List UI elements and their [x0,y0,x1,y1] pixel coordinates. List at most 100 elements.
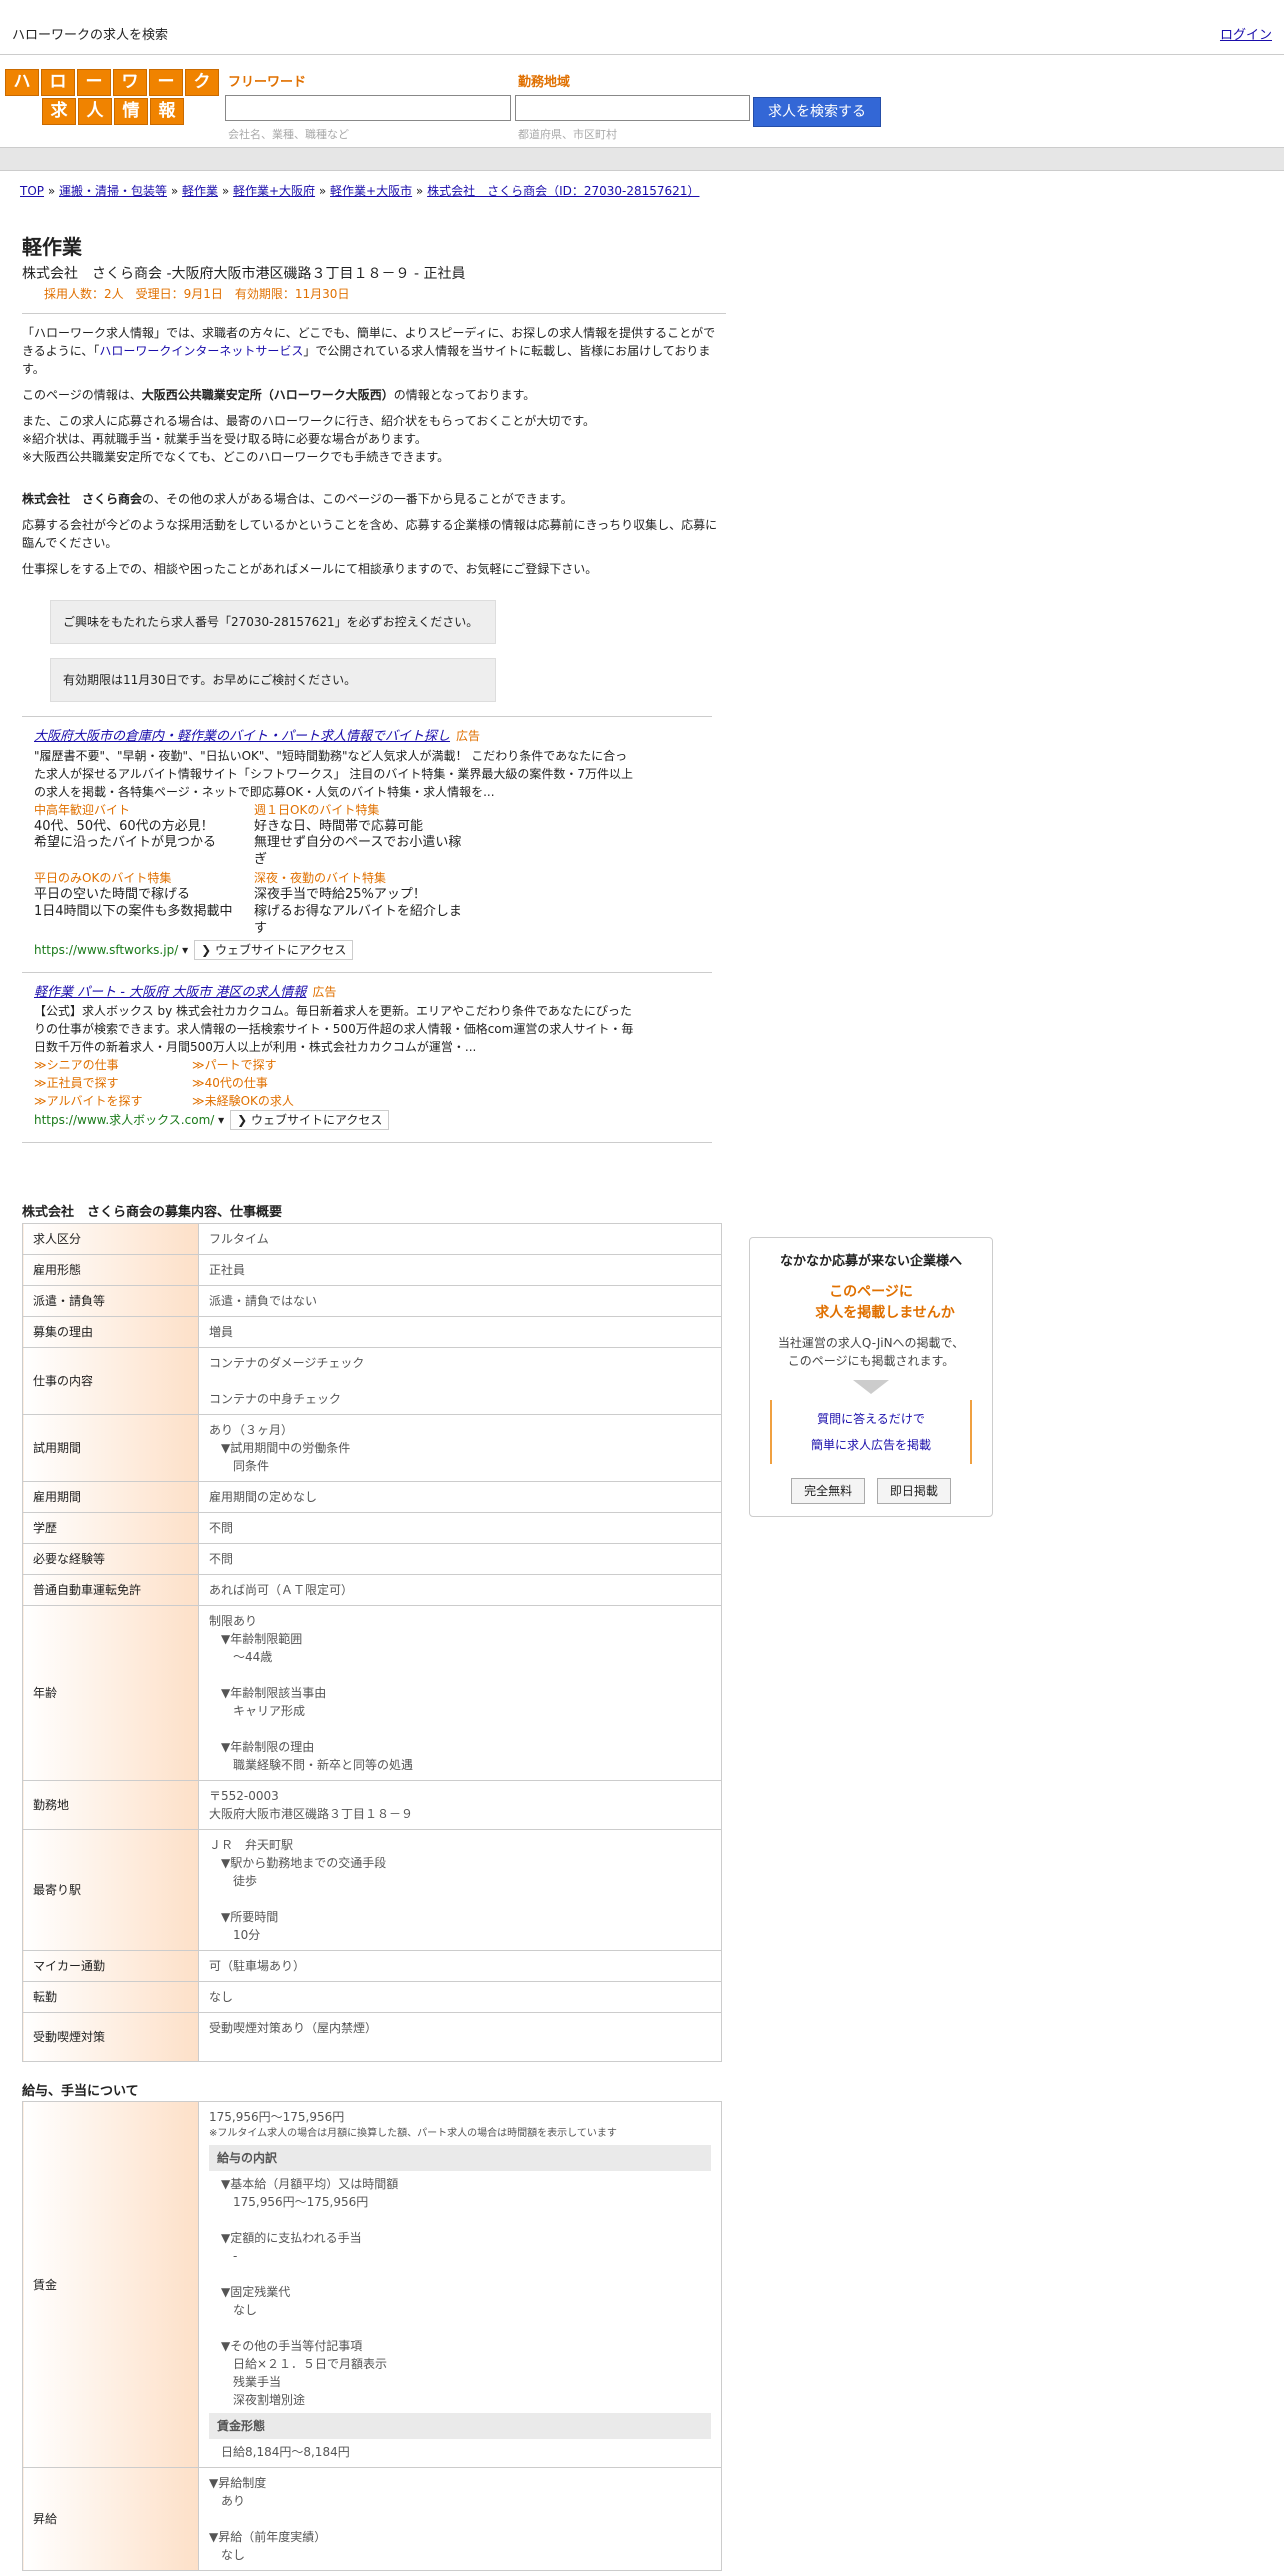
header-divider-band [0,147,1284,171]
breadcrumb-prefecture[interactable]: 軽作業+大阪府 [233,184,315,198]
apply-advice: 応募する会社が今どのような採用活動をしているかということを含め、応募する企業様の… [22,518,718,550]
row-label: 派遣・請負等 [22,1284,199,1317]
detail-line [221,2319,711,2337]
free-badge-button[interactable]: 完全無料 [791,1477,866,1504]
breadcrumb-city[interactable]: 軽作業+大阪市 [330,184,412,198]
detail-line [221,2265,711,2283]
detail-line: あれば尚可（ＡＴ限定可） [209,1582,354,1597]
same-day-badge-button[interactable]: 即日掲載 [876,1477,951,1504]
detail-line: ▼駅から勤務地までの交通手段 [209,1855,387,1870]
logo-char: 情 [114,98,148,125]
wage-label: 賃金 [22,2101,199,2469]
detail-line: ▼所要時間 [209,1909,279,1924]
breadcrumb-category[interactable]: 運搬・清掃・包装等 [59,184,167,198]
table-row: 勤務地 〒552-0003 大阪府大阪市港区磯路３丁目１８－９ [22,1779,722,1830]
row-value: なし [198,1980,722,2013]
ad-sitelink[interactable]: ≫正社員で探す [34,1074,192,1092]
table-row: 求人区分 フルタイム [22,1222,722,1255]
job-number-note: ご興味をもたれたら求人番号「27030-28157621」を必ずお控えください。 [50,600,496,644]
breadcrumb: TOP » 運搬・清掃・包装等 » 軽作業 » 軽作業+大阪府 » 軽作業+大阪… [20,184,700,198]
detail-line: ▼その他の手当等付記事項 [221,2339,363,2354]
logo-char: 報 [150,98,184,125]
breadcrumb-top[interactable]: TOP [20,184,44,198]
row-value: 不問 [198,1542,722,1575]
referral-info: また、この求人に応募される場合は、最寄のハローワークに行き、紹介状をもらっておく… [22,414,596,464]
detail-line: 可（駐車場あり） [209,1958,306,1973]
area-input[interactable] [515,95,750,121]
company-line: 株式会社 さくら商会 -大阪府大阪市港区磯路３丁目１８－９ - 正社員 [22,266,466,282]
ad-title-link[interactable]: 軽作業 パート - 大阪府 大阪市 港区の求人情報 [34,985,306,1000]
table-row: 仕事の内容 コンテナのダメージチェック コンテナの中身チェック [22,1346,722,1415]
ad-description: 【公式】求人ボックス by 株式会社カカクコム。毎日新着求人を更新。エリアやこだ… [34,1004,634,1055]
detail-line: ＪＲ 弁天町駅 [209,1837,294,1852]
ad-title-link[interactable]: 大阪府大阪市の倉庫内・軽作業のバイト・パート求人情報でバイト探し [34,729,450,744]
search-button[interactable]: 求人を検索する [753,97,881,127]
logo-char: ワ [113,69,147,96]
detail-line: 175,956円〜175,956円 [221,2195,369,2210]
detail-line: フルタイム [209,1231,269,1246]
detail-line: 雇用期間の定めなし [209,1489,318,1504]
hellowork-internet-link[interactable]: ハローワークインターネットサービス [99,344,303,358]
ad-url[interactable]: https://www.sftworks.jp/ [34,943,178,957]
salary-table: 賃金 175,956円〜175,956円 ※フルタイム求人の場合は月額に換算した… [22,2101,722,2571]
detail-line: ▼基本給（月額平均）又は時間額 [221,2177,399,2192]
row-label: 雇用期間 [22,1480,199,1513]
table-row: 試用期間 あり（３ヶ月） ▼試用期間中の労働条件 同条件 [22,1413,722,1482]
logo-char: 人 [78,98,112,125]
table-row: 受動喫煙対策 受動喫煙対策あり（屋内禁煙） [22,2011,722,2062]
detail-line: - [221,2249,238,2264]
row-value: あり（３ヶ月） ▼試用期間中の労働条件 同条件 [198,1413,722,1482]
login-link[interactable]: ログイン [1220,26,1272,46]
detail-line: なし [209,2548,246,2563]
keyword-input[interactable] [225,95,511,121]
detail-line [221,2211,711,2229]
ad-sitelinks: 中高年歓迎バイト 40代、50代、60代の方必見！ 希望に沿ったバイトが見つかる 週… [34,801,474,938]
row-label: 年齢 [22,1604,199,1781]
area-label: 勤務地域 [518,75,571,90]
ad-sitelink[interactable]: 週１日OKのバイト特集 好きな日、時間帯で応募可能 無理せず自分のペースでお小遣い稼… [254,801,474,870]
logo-char: ー [149,69,183,96]
expiry-note: 有効期限は11月30日です。お早めにご検討ください。 [50,658,496,702]
ad-sitelink[interactable]: 平日のみOKのバイト特集 平日の空いた時間で稼げる 1日4時間以下の案件も多数掲載中 [34,869,254,938]
detail-line: 同条件 [209,1458,270,1473]
visit-website-button[interactable]: ❯ ウェブサイトにアクセス [194,939,354,960]
detail-line: ～44歳 [209,1649,273,1664]
wage-form-value: 日給8,184円〜8,184円 [221,2445,350,2460]
detail-line: ▼定額的に支払われる手当 [221,2231,362,2246]
detail-line [209,2037,711,2055]
detail-line: 増員 [209,1324,234,1339]
detail-line: 制限あり [209,1613,258,1628]
detail-line: なし [221,2303,258,2318]
header: ハ ロ ー ワ ー ク 求 人 情 報 フリーワード 会社名、業種、職種など 勤… [0,55,1284,147]
ad-sitelink[interactable]: ≫40代の仕事 [192,1074,350,1092]
detail-line: ▼年齢制限該当事由 [209,1685,327,1700]
ad-sitelink[interactable]: ≫シニアの仕事 [34,1056,192,1074]
ad-sitelink[interactable]: ≫アルバイトを探す [34,1092,192,1110]
detail-line [209,1890,711,1908]
ad-sitelinks: ≫シニアの仕事 ≫パートで探す ≫正社員で探す ≫40代の仕事 ≫アルバイトを探… [34,1056,722,1110]
ad-sitelink[interactable]: ≫未経験OKの求人 [192,1092,350,1110]
breadcrumb-job[interactable]: 軽作業 [182,184,218,198]
overview-table: 求人区分 フルタイム 雇用形態 正社員 派遣・請負等 派遣・請負ではない 募集の理由 増員 仕事… [22,1222,722,2062]
detail-line [209,2510,711,2528]
row-value: 正社員 [198,1253,722,1286]
detail-line [209,1720,711,1738]
row-value: 受動喫煙対策あり（屋内禁煙） [198,2011,722,2062]
post-ad-link[interactable]: 簡単に求人広告を掲載 [772,1432,970,1458]
answer-questions-link[interactable]: 質問に答えるだけで [772,1406,970,1432]
breadcrumb-company[interactable]: 株式会社 さくら商会（ID：27030-28157621） [427,184,699,198]
detail-line: 不問 [209,1520,234,1535]
visit-website-button[interactable]: ❯ ウェブサイトにアクセス [230,1110,390,1131]
row-value: 雇用期間の定めなし [198,1480,722,1513]
ad-sitelink[interactable]: ≫パートで探す [192,1056,350,1074]
detail-line: ▼試用期間中の労働条件 [209,1440,351,1455]
other-jobs-info: 株式会社 さくら商会の、その他の求人がある場合は、このページの一番下から見ること… [22,492,573,506]
job-meta: 採用人数：2人 受理日：9月1日 有効期限：11月30日 [44,287,350,301]
ad-url[interactable]: https://www.求人ボックス.com/ [34,1113,214,1127]
site-logo[interactable]: ハ ロ ー ワ ー ク 求 人 情 報 [5,69,219,127]
area-hint: 都道府県、市区町村 [518,128,617,141]
ad-sitelink[interactable]: 深夜・夜勤のバイト特集 深夜手当で時給25%アップ！ 稼げるお得なアルバイトを紹介し… [254,869,474,938]
ad-sitelink[interactable]: 中高年歓迎バイト 40代、50代、60代の方必見！ 希望に沿ったバイトが見つかる [34,801,254,870]
detail-line: なし [209,1989,234,2004]
overview-title: 株式会社 さくら商会の募集内容、仕事概要 [22,1205,283,1221]
